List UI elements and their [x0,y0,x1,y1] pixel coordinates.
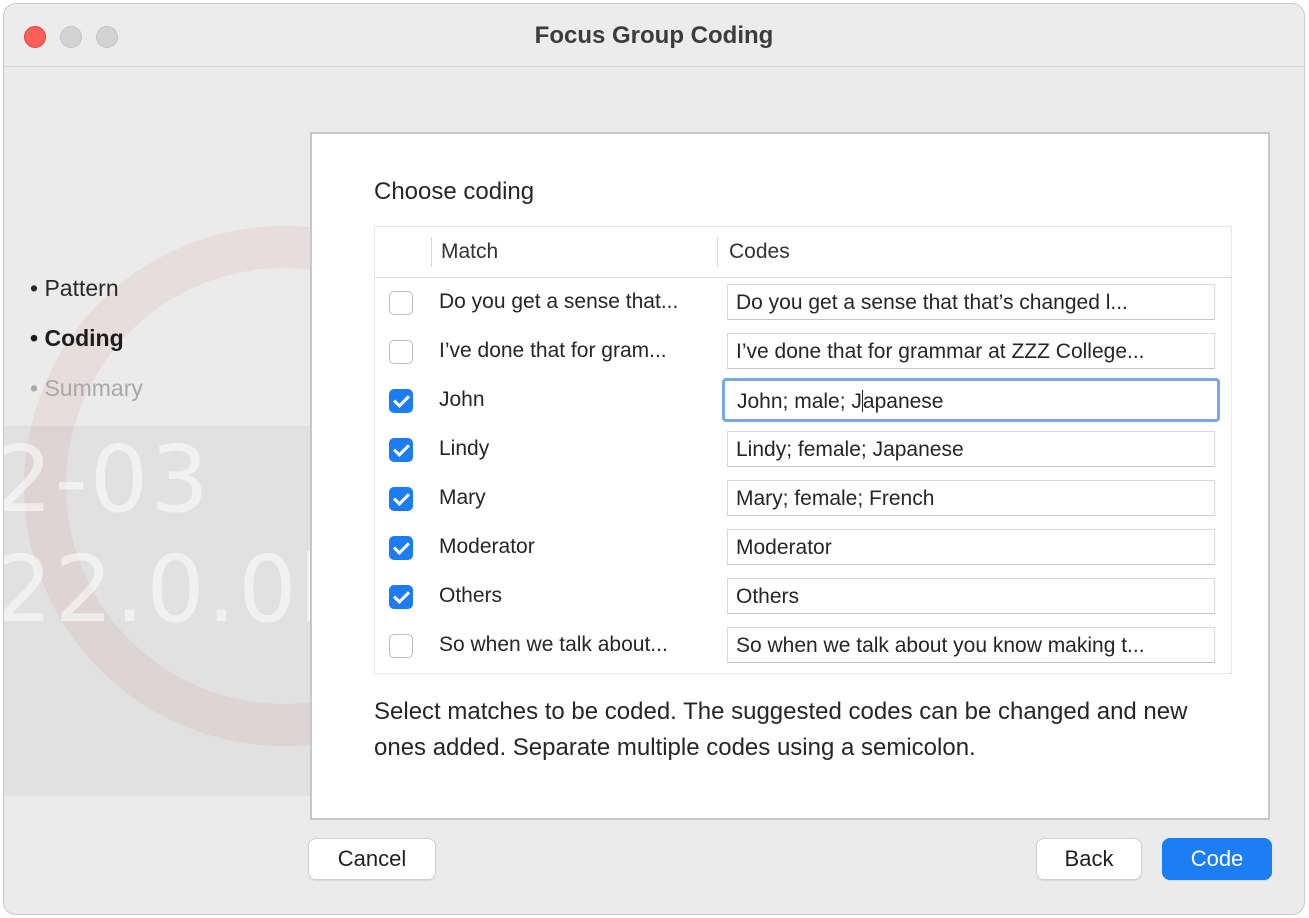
match-text: I’ve done that for gram... [439,339,667,362]
codes-field[interactable]: Do you get a sense that that’s changed l… [727,284,1215,320]
row-checkbox[interactable] [389,340,413,364]
step-list: • Pattern • Coding • Summary [30,274,143,424]
match-text: John [439,388,485,411]
codes-text: John; male; J [737,390,862,413]
wallpaper-text: 22.0.0b [4,536,324,643]
match-text: Lindy [439,437,490,460]
table-row: So when we talk about... So when we talk… [375,621,1231,670]
row-checkbox[interactable] [389,389,413,413]
step-pattern: • Pattern [30,275,119,301]
match-text: Do you get a sense that... [439,290,679,313]
row-checkbox[interactable] [389,438,413,462]
table-body: Do you get a sense that... Do you get a … [375,268,1231,670]
table-row: I’ve done that for gram... I’ve done tha… [375,327,1231,376]
instructions-text: Select matches to be coded. The suggeste… [374,698,1188,761]
step-summary: • Summary [30,375,143,401]
step-coding: • Coding [30,325,124,351]
codes-field-focused[interactable]: John; male; Japanese [722,378,1220,422]
panel-heading: Choose coding [374,178,535,205]
codes-field[interactable]: Others [727,578,1215,614]
column-separator[interactable] [431,237,432,267]
table-row: Moderator Moderator [375,523,1231,572]
cancel-button[interactable]: Cancel [308,838,436,880]
match-text: Moderator [439,535,535,558]
table-row: Others Others [375,572,1231,621]
codes-field[interactable]: Lindy; female; Japanese [727,431,1215,467]
dialog-window: Focus Group Coding 2-03 22.0.0b • Patter… [4,4,1304,914]
window-title: Focus Group Coding [534,22,774,49]
row-checkbox[interactable] [389,634,413,658]
codes-text: apanese [862,390,944,413]
row-checkbox[interactable] [389,291,413,315]
table-row: Mary Mary; female; French [375,474,1231,523]
column-separator[interactable] [717,237,718,267]
title-bar: Focus Group Coding [4,4,1304,67]
codes-field[interactable]: So when we talk about you know making t.… [727,627,1215,663]
row-checkbox[interactable] [389,536,413,560]
coding-table[interactable]: Match Codes Do you get a sense that... D… [374,226,1232,674]
code-button[interactable]: Code [1162,838,1272,880]
back-button[interactable]: Back [1036,838,1142,880]
table-row: Lindy Lindy; female; Japanese [375,425,1231,474]
coding-panel: Choose coding Match Codes Do you get a s… [310,132,1270,820]
row-checkbox[interactable] [389,585,413,609]
match-text: Others [439,584,503,607]
codes-field[interactable]: Mary; female; French [727,480,1215,516]
table-header: Match Codes [375,227,1231,278]
match-text: So when we talk about... [439,633,668,656]
column-header-codes[interactable]: Codes [729,240,790,264]
wallpaper-text: 2-03 [4,426,211,533]
column-header-match[interactable]: Match [441,240,498,264]
background-wallpaper: 2-03 22.0.0b [4,66,324,826]
table-row: John John; male; Japanese [375,376,1231,425]
codes-field[interactable]: I’ve done that for grammar at ZZZ Colleg… [727,333,1215,369]
codes-field[interactable]: Moderator [727,529,1215,565]
match-text: Mary [439,486,486,509]
row-checkbox[interactable] [389,487,413,511]
table-row: Do you get a sense that... Do you get a … [375,278,1231,327]
